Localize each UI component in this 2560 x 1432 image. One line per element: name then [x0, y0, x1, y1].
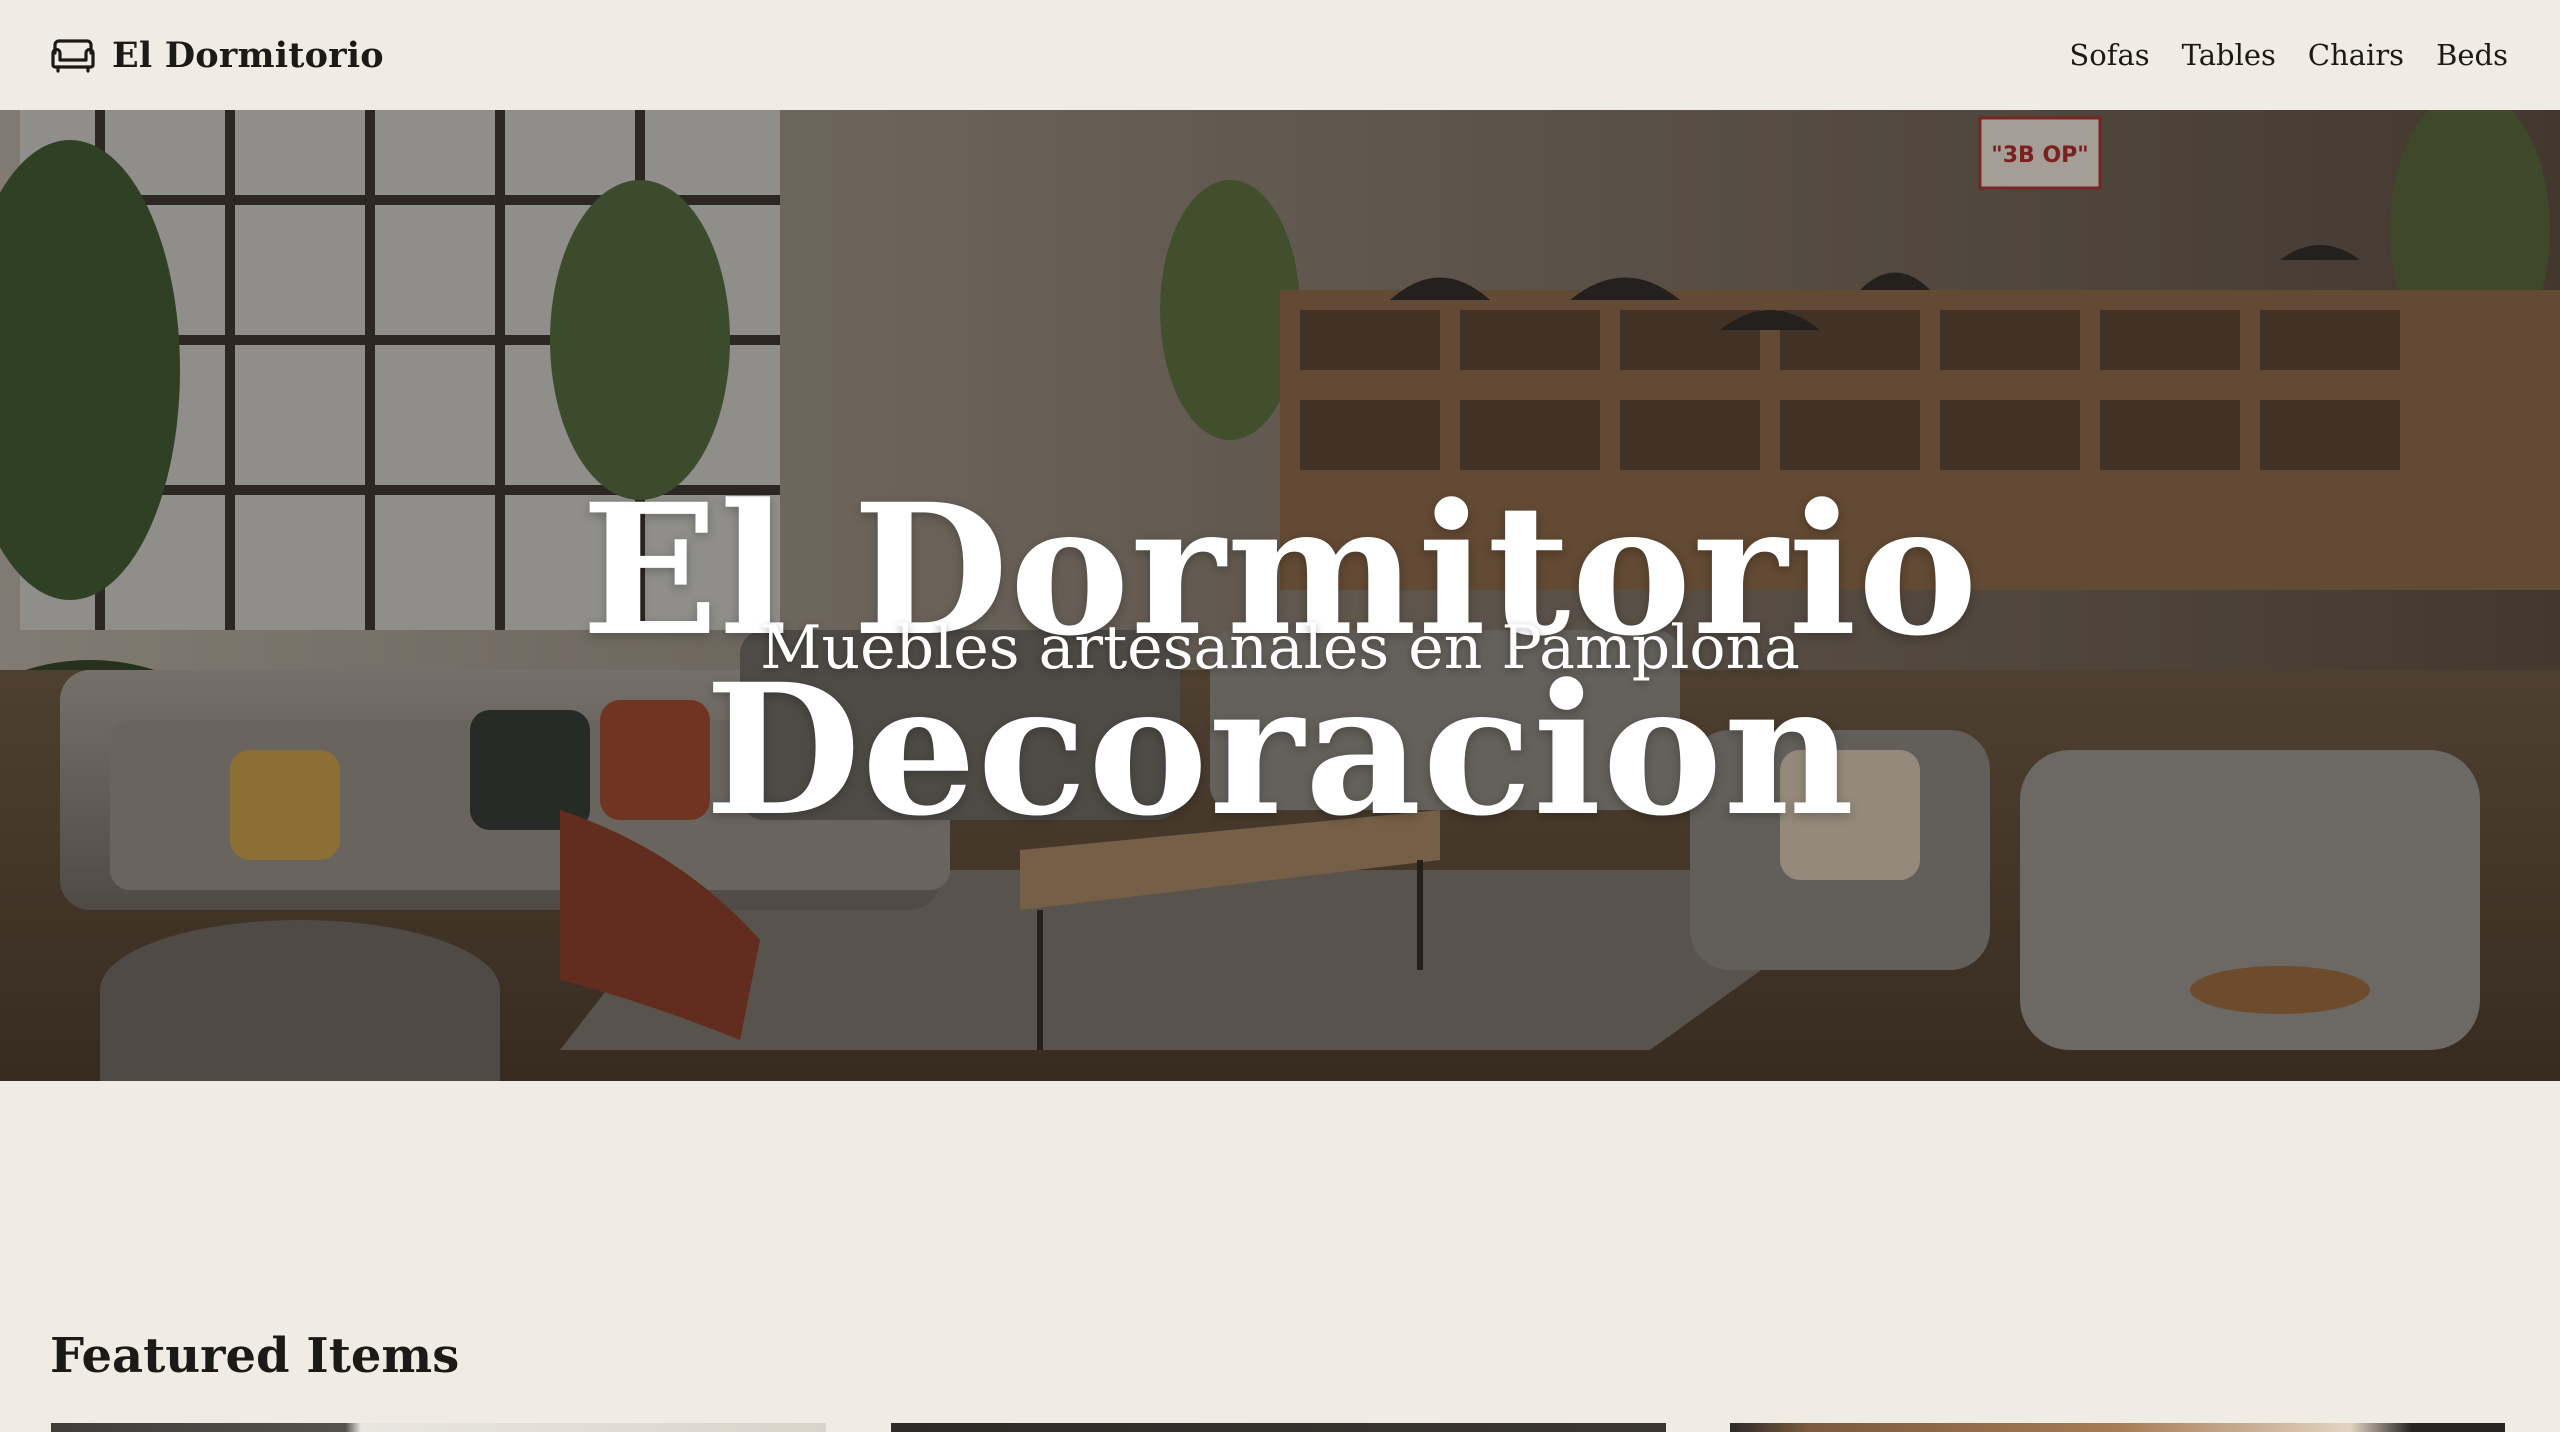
top-navbar: El Dormitorio Sofas Tables Chairs Beds [0, 0, 2560, 110]
main-menu: Sofas Tables Chairs Beds [2069, 38, 2508, 72]
nav-link-sofas[interactable]: Sofas [2069, 38, 2149, 72]
featured-item-card[interactable] [51, 1423, 826, 1432]
sofa-icon [51, 39, 95, 73]
featured-item-card[interactable] [1730, 1423, 2505, 1432]
brand-name: El Dormitorio [112, 34, 384, 76]
featured-items-heading: Featured Items [50, 1328, 460, 1384]
brand-link[interactable]: El Dormitorio [50, 35, 384, 76]
hero-banner: "3B OP" El Dormitorio Decoracion Muebles… [0, 110, 2560, 1081]
nav-link-tables[interactable]: Tables [2182, 38, 2276, 72]
hero-subtitle: Muebles artesanales en Pamplona [760, 613, 1800, 683]
nav-link-beds[interactable]: Beds [2436, 38, 2508, 72]
nav-link-chairs[interactable]: Chairs [2308, 38, 2404, 72]
featured-item-card[interactable] [891, 1423, 1666, 1432]
